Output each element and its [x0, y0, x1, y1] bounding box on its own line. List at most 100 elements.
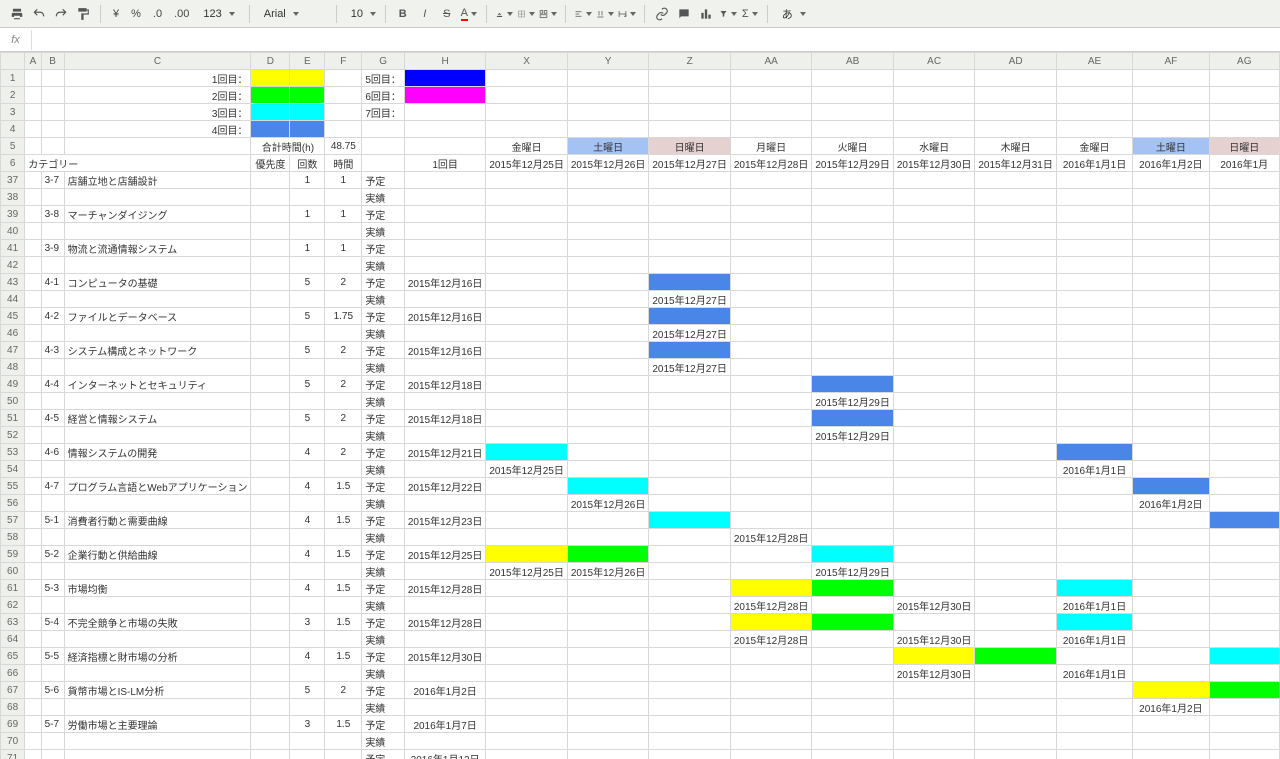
cell[interactable] [325, 495, 362, 512]
date-AD[interactable]: 2015年12月31日 [975, 155, 1057, 172]
cell-AB[interactable] [812, 104, 894, 121]
cell[interactable] [41, 359, 64, 376]
cell[interactable] [25, 529, 41, 546]
cell-Y[interactable] [567, 393, 649, 410]
cell[interactable] [362, 155, 405, 172]
cell[interactable]: 2015年12月18日 [404, 376, 486, 393]
cell[interactable] [325, 427, 362, 444]
borders-button[interactable] [517, 5, 535, 23]
cell-X[interactable] [486, 359, 568, 376]
cell-AF[interactable] [1133, 359, 1209, 376]
cell-AA[interactable] [730, 478, 812, 495]
cell[interactable] [404, 427, 486, 444]
cell-Y[interactable] [567, 529, 649, 546]
cell-X[interactable] [486, 376, 568, 393]
cell[interactable] [41, 257, 64, 274]
col-header-AF[interactable]: AF [1133, 53, 1209, 70]
cell[interactable] [325, 359, 362, 376]
cell[interactable] [25, 257, 41, 274]
cell[interactable]: 2015年12月28日 [404, 614, 486, 631]
cell-AG[interactable] [1209, 274, 1279, 291]
cell[interactable] [404, 240, 486, 257]
plan-label[interactable]: 予定 [362, 716, 405, 733]
cell-X[interactable] [486, 529, 568, 546]
cell-AD[interactable] [975, 257, 1057, 274]
cell[interactable] [404, 206, 486, 223]
cell[interactable] [25, 376, 41, 393]
cell[interactable] [25, 461, 41, 478]
cell[interactable] [290, 733, 325, 750]
cell[interactable] [251, 597, 290, 614]
cell[interactable]: 4 [290, 478, 325, 495]
cell-X[interactable] [486, 478, 568, 495]
cell[interactable] [404, 461, 486, 478]
cell-AC[interactable] [893, 580, 975, 597]
code-43[interactable]: 4-1 [41, 274, 64, 291]
cell-AA[interactable] [730, 359, 812, 376]
cell-Y[interactable] [567, 546, 649, 563]
cell-AD[interactable] [975, 121, 1057, 138]
cell-AC[interactable] [893, 461, 975, 478]
formula-input[interactable] [32, 29, 1280, 51]
name-45[interactable]: ファイルとデータベース [64, 308, 251, 325]
actual-label[interactable]: 実績 [362, 631, 405, 648]
cell[interactable] [290, 461, 325, 478]
cell-AC[interactable] [893, 121, 975, 138]
cell-AF[interactable] [1133, 461, 1209, 478]
cell[interactable] [25, 648, 41, 665]
cell-AA[interactable] [730, 104, 812, 121]
row-header-45[interactable]: 45 [1, 308, 25, 325]
cell-Z[interactable] [649, 716, 731, 733]
cell-AE[interactable] [1056, 699, 1132, 716]
cell[interactable] [251, 393, 290, 410]
cell-Z[interactable] [649, 223, 731, 240]
cell-Y[interactable] [567, 291, 649, 308]
row-header-60[interactable]: 60 [1, 563, 25, 580]
cell-Z[interactable] [649, 699, 731, 716]
cell-A[interactable] [25, 104, 41, 121]
cell-AF[interactable] [1133, 665, 1209, 682]
cell-AG[interactable] [1209, 546, 1279, 563]
cell-Y[interactable] [567, 359, 649, 376]
cell-AF[interactable] [1133, 427, 1209, 444]
cell[interactable] [251, 308, 290, 325]
cell[interactable] [290, 223, 325, 240]
cell[interactable]: 2015年12月16日 [404, 274, 486, 291]
cell-AA[interactable] [730, 733, 812, 750]
cell-Y[interactable] [567, 512, 649, 529]
cell-AA[interactable] [730, 121, 812, 138]
legend-color-2[interactable] [251, 87, 290, 104]
chart-icon[interactable] [697, 5, 715, 23]
row-header-57[interactable]: 57 [1, 512, 25, 529]
cell-AB[interactable] [812, 87, 894, 104]
cell-AC[interactable] [893, 529, 975, 546]
cell[interactable] [251, 376, 290, 393]
cell-AC[interactable] [893, 682, 975, 699]
row-header-3[interactable]: 3 [1, 104, 25, 121]
cell[interactable] [251, 223, 290, 240]
col-header-F[interactable]: F [325, 53, 362, 70]
col-header-B[interactable]: B [41, 53, 64, 70]
cell[interactable] [41, 733, 64, 750]
cell-Y[interactable] [567, 87, 649, 104]
cell-X[interactable] [486, 512, 568, 529]
cell-AE[interactable] [1056, 444, 1132, 461]
cell-AC[interactable] [893, 512, 975, 529]
cell-AE[interactable] [1056, 70, 1132, 87]
cell-Z[interactable] [649, 444, 731, 461]
cell-AC[interactable] [893, 342, 975, 359]
legend-color-4-b[interactable] [290, 121, 325, 138]
cell[interactable]: 2 [325, 376, 362, 393]
cell-AD[interactable] [975, 614, 1057, 631]
col-header-E[interactable]: E [290, 53, 325, 70]
legend-color2-1[interactable] [404, 70, 486, 87]
cell-Y[interactable] [567, 189, 649, 206]
cell-AE[interactable] [1056, 529, 1132, 546]
cell-AA[interactable] [730, 512, 812, 529]
cell-AE[interactable] [1056, 342, 1132, 359]
code-59[interactable]: 5-2 [41, 546, 64, 563]
col-header-C[interactable]: C [64, 53, 251, 70]
cell-AB[interactable] [812, 325, 894, 342]
code-41[interactable]: 3-9 [41, 240, 64, 257]
name-67[interactable]: 貨幣市場とIS-LM分析 [64, 682, 251, 699]
